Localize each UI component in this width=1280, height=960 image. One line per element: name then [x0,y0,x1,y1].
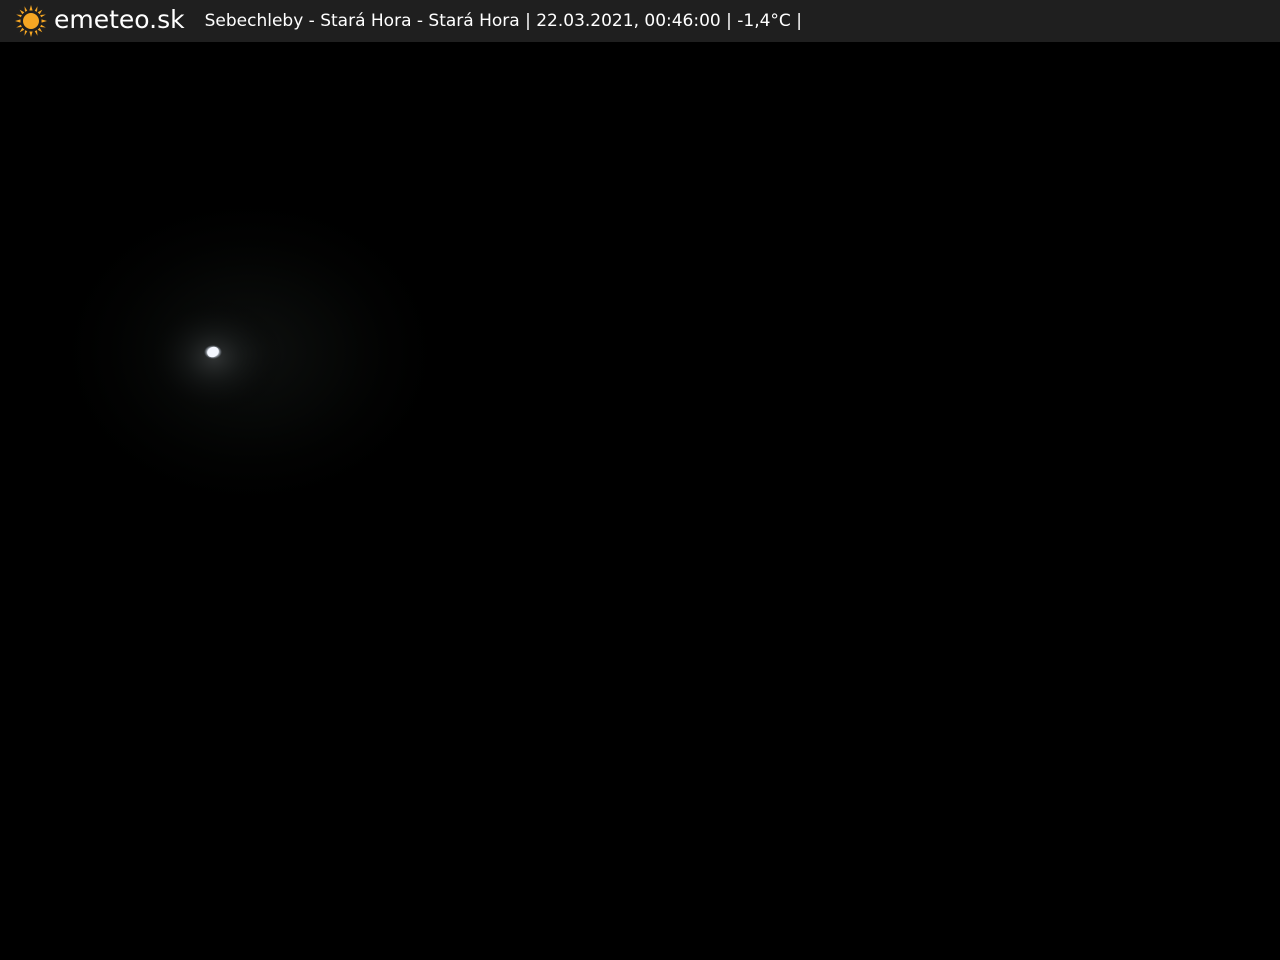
site-logo[interactable]: emeteo.sk [14,0,185,42]
webcam-image [0,42,1280,960]
station-caption: Sebechleby - Stará Hora - Stará Hora | 2… [204,11,802,31]
sun-icon [15,5,47,37]
night-sky-scene [0,42,1280,960]
webcam-frame: emeteo.sk Sebechleby - Stará Hora - Star… [0,0,1280,960]
header-bar: emeteo.sk Sebechleby - Stará Hora - Star… [0,0,1280,42]
logo-text: emeteo.sk [54,5,185,34]
